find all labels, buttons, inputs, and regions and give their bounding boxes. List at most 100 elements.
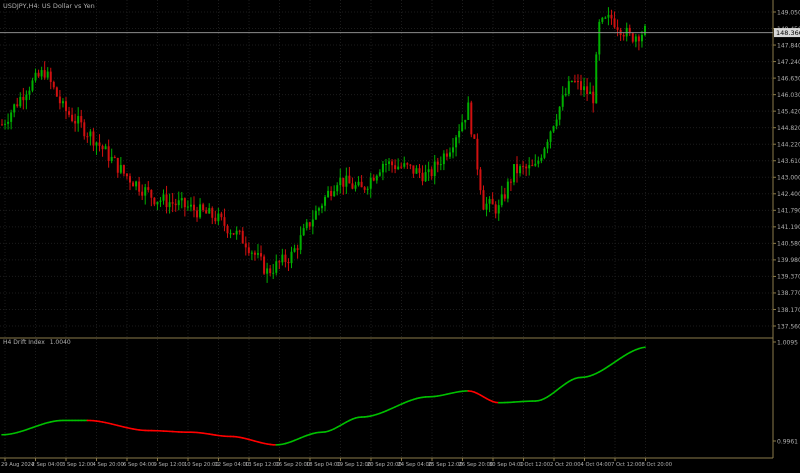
- indicator-title: H4 Drift Index 1.0040: [3, 339, 71, 346]
- candlestick-series: [1, 7, 646, 283]
- candle-body: [550, 132, 552, 142]
- candle-body: [479, 169, 481, 190]
- candle-body: [556, 120, 558, 127]
- candle-body: [443, 153, 445, 164]
- candle-body: [540, 158, 542, 161]
- candle-body: [62, 101, 64, 103]
- candle-body: [641, 35, 643, 41]
- candle-body: [446, 153, 448, 156]
- candle-body: [184, 198, 186, 207]
- time-tick-label: 7 Oct 12:00: [611, 462, 642, 468]
- candle-body: [102, 146, 104, 149]
- candle-body: [284, 255, 286, 262]
- candle-body: [501, 194, 503, 205]
- candle-body: [41, 70, 43, 76]
- candle-body: [614, 18, 616, 27]
- candle-body: [138, 182, 140, 192]
- candle-body: [74, 121, 76, 123]
- candle-body: [257, 253, 259, 255]
- candle-body: [592, 92, 594, 103]
- indicator-name: H4 Drift Index: [3, 339, 45, 346]
- candle-body: [553, 126, 555, 131]
- candle-body: [129, 176, 131, 182]
- candle-body: [126, 174, 128, 177]
- candle-body: [178, 200, 180, 205]
- candle-body: [266, 268, 268, 273]
- candle-body: [193, 205, 195, 211]
- candle-body: [604, 18, 606, 19]
- candle-body: [525, 167, 527, 169]
- candle-body: [473, 134, 475, 138]
- price-tick-label: 146.630: [777, 75, 800, 82]
- candle-body: [38, 73, 40, 77]
- candle-body: [181, 198, 183, 200]
- candle-body: [13, 104, 15, 112]
- time-tick-label: 10 Sep 20:00: [184, 462, 219, 468]
- candle-body: [297, 248, 299, 250]
- candle-body: [31, 80, 33, 90]
- candle-body: [437, 162, 439, 165]
- price-tick-label: 138.770: [777, 290, 800, 297]
- candle-body: [196, 210, 198, 217]
- candle-body: [123, 165, 125, 174]
- candle-body: [610, 15, 612, 19]
- candle-body: [601, 18, 603, 22]
- price-axis[interactable]: 149.050148.450147.840147.240146.630146.0…: [773, 9, 800, 330]
- candle-body: [522, 166, 524, 167]
- candle-body: [574, 81, 576, 82]
- candle-body: [22, 97, 24, 100]
- candle-body: [440, 164, 442, 165]
- candle-body: [205, 210, 207, 213]
- candle-body: [220, 214, 222, 218]
- candle-body: [111, 157, 113, 161]
- candle-body: [306, 222, 308, 228]
- time-axis[interactable]: 29 Aug 20242 Sep 04:003 Sep 12:004 Sep 2…: [1, 458, 672, 468]
- candle-body: [223, 217, 225, 226]
- candle-body: [86, 136, 88, 137]
- candle-body: [92, 132, 94, 146]
- candle-body: [595, 54, 597, 103]
- grid: [0, 0, 773, 458]
- candle-body: [172, 202, 174, 203]
- time-tick-label: 16 Sep 20:00: [276, 462, 311, 468]
- candle-body: [321, 206, 323, 208]
- candle-body: [208, 208, 210, 213]
- current-price-label: 148.366: [776, 29, 800, 37]
- chart-window[interactable]: 149.050148.450147.840147.240146.630146.0…: [0, 0, 800, 469]
- candle-body: [391, 161, 393, 165]
- price-tick-label: 149.050: [777, 9, 800, 16]
- candle-body: [565, 94, 567, 95]
- candle-body: [230, 233, 232, 234]
- candle-body: [187, 207, 189, 208]
- candle-body: [327, 191, 329, 197]
- candle-body: [251, 253, 253, 254]
- price-tick-label: 143.610: [777, 158, 800, 165]
- symbol-title: USDJPY,H4: US Dollar vs Yen: [3, 2, 95, 10]
- indicator-axis[interactable]: 1.00950.9961: [773, 339, 798, 445]
- candle-body: [71, 115, 73, 121]
- indicator-series: [2, 347, 645, 445]
- candle-body: [470, 103, 472, 135]
- candle-body: [144, 187, 146, 196]
- candle-body: [53, 82, 55, 87]
- candle-body: [309, 222, 311, 226]
- candle-body: [537, 161, 539, 164]
- chart-canvas[interactable]: 149.050148.450147.840147.240146.630146.0…: [0, 0, 800, 469]
- candle-body: [543, 149, 545, 158]
- candle-body: [461, 122, 463, 131]
- candle-body: [153, 198, 155, 205]
- candle-body: [278, 261, 280, 262]
- candle-body: [1, 124, 3, 125]
- candle-body: [354, 185, 356, 188]
- candle-body: [418, 168, 420, 173]
- candle-body: [217, 214, 219, 222]
- candle-body: [318, 208, 320, 211]
- candle-body: [202, 204, 204, 210]
- time-tick-label: 19 Sep 12:00: [337, 462, 372, 468]
- candle-body: [409, 165, 411, 166]
- candle-body: [519, 166, 521, 173]
- candle-body: [294, 248, 296, 251]
- price-tick-label: 140.580: [777, 241, 800, 248]
- time-tick-label: 26 Sep 20:00: [459, 462, 494, 468]
- candle-body: [35, 73, 37, 81]
